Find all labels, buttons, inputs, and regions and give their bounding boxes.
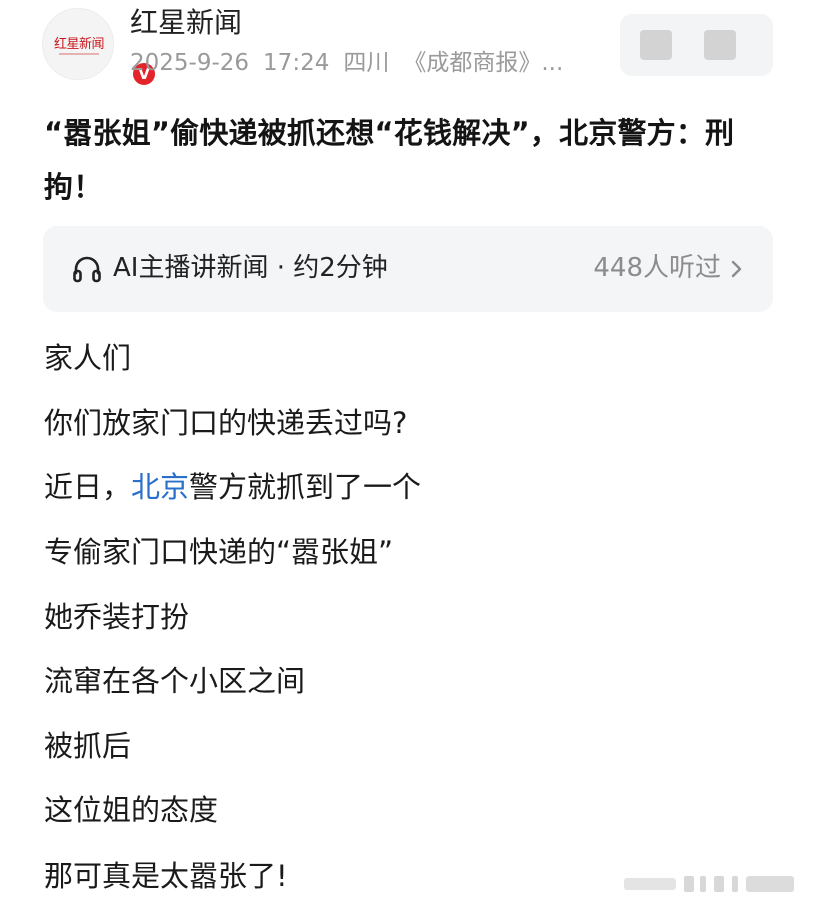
chevron-right-icon [731, 260, 742, 278]
body-paragraph: 这位姐的态度 [44, 793, 219, 827]
source-logo: 红星新闻 [53, 37, 105, 52]
audio-label: AI主播讲新闻 · 约2分钟 [113, 253, 388, 283]
body-paragraph: 专偷家门口快递的“嚣张姐” [44, 535, 394, 569]
publish-time: 17:24 [263, 50, 330, 76]
location-link[interactable]: 北京 [131, 470, 189, 504]
source-reference: 《成都商报》... [403, 50, 564, 76]
watermark [624, 876, 794, 892]
article-meta: 2025-9-26 17:24 四川 《成都商报》... [130, 46, 563, 80]
follow-button[interactable] [620, 14, 773, 76]
body-paragraph: 那可真是太嚣张了! [44, 859, 288, 893]
publish-date: 2025-9-26 [130, 50, 250, 76]
body-paragraph: 她乔装打扮 [44, 600, 190, 634]
body-paragraph: 近日，北京警方就抓到了一个 [44, 467, 421, 507]
headphone-icon [73, 256, 101, 283]
article-header: 红星新闻 V 红星新闻 2025-9-26 17:24 四川 《成都商报》... [0, 0, 816, 100]
article-title: “嚣张姐”偷快递被抓还想“花钱解决”，北京警方：刑拘！ [44, 116, 735, 204]
body-paragraph: 你们放家门口的快递丢过吗? [44, 406, 408, 440]
blurred-glyph [704, 30, 736, 60]
body-paragraph: 流窜在各个小区之间 [44, 664, 306, 698]
publish-region: 四川 [343, 50, 390, 76]
body-text: 近日， [44, 470, 132, 504]
blurred-glyph [640, 30, 672, 60]
logo-underline [59, 53, 99, 55]
body-paragraph: 家人们 [44, 341, 132, 375]
body-text: 警方就抓到了一个 [189, 470, 422, 504]
source-name[interactable]: 红星新闻 [130, 4, 242, 42]
source-avatar[interactable]: 红星新闻 V [42, 8, 157, 87]
listen-count: 448人听过 [593, 253, 721, 283]
ai-audio-card[interactable]: AI主播讲新闻 · 约2分钟 448人听过 [43, 226, 773, 312]
body-paragraph: 被抓后 [44, 729, 132, 763]
